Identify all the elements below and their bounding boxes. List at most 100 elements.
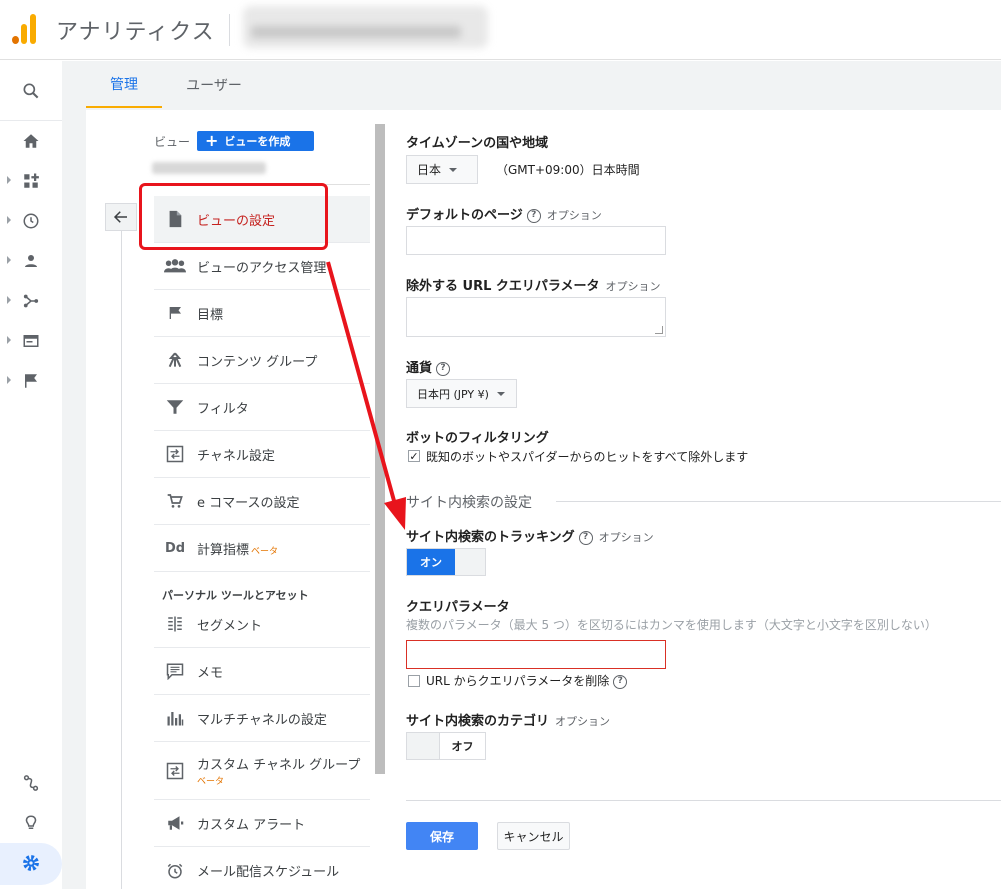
default-page-label: デフォルトのページ? オプション [406, 208, 602, 223]
bot-filtering-checkbox-label: 既知のボットやスパイダーからのヒットをすべて除外します [426, 450, 749, 464]
customization-icon[interactable] [0, 161, 62, 201]
plus-icon: + [205, 131, 219, 150]
query-param-label: クエリパラメータ [406, 600, 510, 615]
exclude-params-label: 除外する URL クエリパラメータ オプション [406, 279, 661, 294]
caret-down-icon [496, 391, 505, 396]
bot-filtering-checkbox[interactable]: ✓ [408, 450, 420, 462]
site-search-category-label: サイト内検索のカテゴリ オプション [406, 714, 611, 729]
resize-grip-icon[interactable] [655, 326, 663, 334]
timezone-label: タイムゾーンの国や地域 [406, 136, 549, 151]
nav-item-segments[interactable]: セグメント [154, 601, 370, 648]
header-divider [229, 14, 230, 46]
toggle-knob [407, 733, 439, 759]
realtime-clock-icon[interactable] [0, 201, 62, 241]
nav-item-annotations[interactable]: メモ [154, 648, 370, 695]
segment-icon [164, 613, 186, 635]
people-icon [164, 255, 186, 277]
nav-item-label: マルチチャネルの設定 [197, 712, 327, 728]
timezone-country-select[interactable]: 日本 [406, 155, 478, 184]
timezone-country-value: 日本 [417, 163, 442, 177]
top-header: アナリティクス [0, 0, 1001, 60]
nav-item-view-access[interactable]: ビューのアクセス管理 [154, 243, 370, 290]
site-search-category-toggle[interactable]: オフ [406, 732, 486, 760]
search-icon[interactable] [0, 71, 62, 111]
attribution-icon[interactable] [0, 763, 62, 803]
nav-item-content-grouping[interactable]: コンテンツ グループ [154, 337, 370, 384]
nav-item-label: セグメント [197, 618, 263, 634]
arrow-left-icon [113, 211, 127, 223]
clock-icon [164, 860, 186, 882]
nav-item-label: カスタム アラート [197, 817, 306, 833]
cancel-button[interactable]: キャンセル [497, 822, 570, 850]
dd-icon: Dd [164, 540, 186, 556]
channel-icon [164, 443, 186, 465]
admin-gear-icon[interactable] [0, 843, 62, 883]
currency-label: 通貨? [406, 357, 451, 376]
site-search-tracking-label: サイト内検索のトラッキング? オプション [406, 530, 654, 545]
nav-item-multichannel[interactable]: マルチチャネルの設定 [154, 695, 370, 742]
nav-item-label: 計算指標 [197, 542, 250, 558]
save-button[interactable]: 保存 [406, 822, 478, 850]
view-selector-blurred[interactable] [152, 162, 266, 174]
beta-badge: ベータ [197, 777, 225, 787]
analytics-logo-icon[interactable] [12, 14, 38, 44]
nav-item-label: カスタム チャネル グループ [197, 758, 361, 773]
nav-item-filters[interactable]: フィルタ [154, 384, 370, 431]
nav-item-label: ビューのアクセス管理 [197, 260, 327, 276]
lightbulb-icon[interactable] [0, 803, 62, 843]
channel-icon [164, 760, 186, 782]
help-icon[interactable]: ? [613, 674, 628, 689]
section-divider [556, 501, 1001, 502]
query-param-input[interactable] [406, 640, 666, 669]
audience-person-icon[interactable] [0, 241, 62, 281]
flag-icon [164, 302, 186, 324]
nav-item-goals[interactable]: 目標 [154, 290, 370, 337]
conversions-flag-icon[interactable] [0, 361, 62, 401]
left-rail [0, 61, 62, 889]
nav-item-ecommerce[interactable]: e コマースの設定 [154, 478, 370, 525]
account-selector-blurred[interactable] [243, 6, 488, 48]
remove-query-checkbox[interactable] [408, 675, 420, 687]
help-icon[interactable]: ? [526, 208, 541, 223]
exclude-params-textarea[interactable] [406, 297, 666, 337]
nav-item-label: コンテンツ グループ [197, 354, 318, 370]
remove-query-label: URL からクエリパラメータを削除? [426, 672, 628, 689]
toggle-knob [455, 549, 485, 575]
nav-item-custom-alerts[interactable]: カスタム アラート [154, 800, 370, 847]
tab-user[interactable]: ユーザー [178, 62, 250, 108]
create-view-button[interactable]: + ビューを作成 [197, 131, 314, 151]
help-icon[interactable]: ? [436, 361, 451, 376]
bot-filtering-label: ボットのフィルタリング [406, 431, 549, 446]
annotation-highlight-box [139, 183, 328, 250]
create-view-label: ビューを作成 [224, 135, 291, 148]
filter-icon [164, 396, 186, 418]
toggle-off-label: オフ [439, 733, 485, 759]
nav-item-scheduled-emails[interactable]: メール配信スケジュール [154, 847, 370, 889]
form-footer-divider [406, 800, 1001, 801]
nav-item-label: メール配信スケジュール [197, 865, 340, 880]
toggle-on-label: オン [407, 549, 455, 575]
default-page-input[interactable] [406, 226, 666, 255]
back-arrow-button[interactable] [105, 203, 137, 231]
home-icon[interactable] [0, 121, 62, 161]
help-icon[interactable]: ? [578, 530, 593, 545]
nav-item-calculated-metrics[interactable]: Dd 計算指標 ベータ [154, 525, 370, 572]
nav-item-label: フィルタ [197, 401, 249, 417]
site-search-tracking-toggle[interactable]: オン [406, 548, 486, 576]
nav-item-channel-settings[interactable]: チャネル設定 [154, 431, 370, 478]
beta-badge: ベータ [251, 546, 279, 557]
caret-down-icon [449, 167, 458, 172]
behavior-icon[interactable] [0, 321, 62, 361]
content-group-icon [164, 349, 186, 371]
nav-item-label: メモ [197, 665, 224, 681]
currency-select[interactable]: 日本円 (JPY ¥) [406, 379, 517, 408]
memo-icon [164, 660, 186, 682]
megaphone-icon [164, 812, 186, 834]
acquisition-icon[interactable] [0, 281, 62, 321]
scrollbar[interactable] [375, 124, 385, 774]
view-label: ビュー [154, 135, 191, 149]
nav-item-label: e コマースの設定 [197, 495, 300, 511]
timezone-text: （GMT+09:00）日本時間 [496, 163, 640, 177]
tab-admin[interactable]: 管理 [86, 62, 162, 108]
nav-item-custom-channel-grouping[interactable]: カスタム チャネル グループベータ [154, 742, 370, 800]
